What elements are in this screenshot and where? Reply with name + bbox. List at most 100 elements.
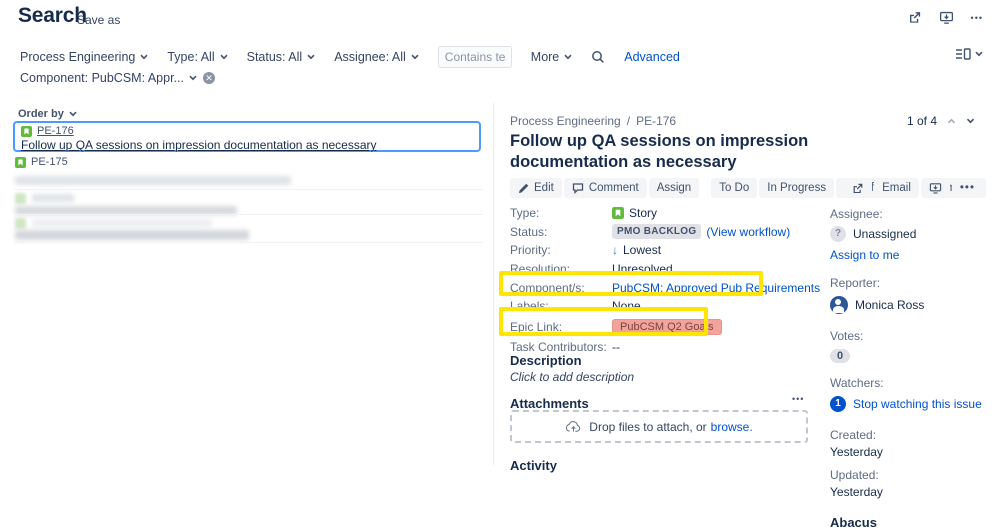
assign-button[interactable]: Assign [649, 178, 700, 198]
list-row-divider [14, 214, 483, 215]
activity-heading: Activity [510, 458, 557, 473]
more-actions-icon[interactable]: ••• [952, 178, 983, 198]
stop-watching-link[interactable]: Stop watching this issue [853, 397, 982, 411]
field-epic-link: Epic Link: PubCSM Q2 Goals [510, 316, 830, 338]
story-icon [612, 207, 624, 219]
order-by-dropdown[interactable]: Order by [18, 108, 77, 120]
assign-to-me-link[interactable]: Assign to me [830, 248, 992, 262]
votes-count-badge[interactable]: 0 [830, 349, 850, 363]
share-icon[interactable] [907, 10, 922, 25]
reporter-label: Reporter: [830, 276, 992, 290]
more-filters-dropdown[interactable]: More [531, 50, 572, 64]
chevron-down-icon [140, 54, 148, 60]
browse-link[interactable]: browse. [711, 420, 753, 434]
todo-button[interactable]: To Do [711, 178, 757, 198]
attachment-dropzone[interactable]: Drop files to attach, or browse. [510, 410, 808, 443]
filter-bar: Process Engineering Type: All Status: Al… [20, 46, 680, 68]
chevron-down-icon [189, 75, 197, 81]
chevron-down-icon [411, 54, 419, 60]
reporter-avatar [830, 296, 848, 314]
attachments-options-icon[interactable]: ••• [792, 394, 804, 404]
assignee-label: Assignee: [830, 207, 992, 221]
edit-button[interactable]: Edit [510, 178, 562, 198]
pencil-icon [518, 183, 529, 194]
redacted-text [32, 219, 212, 227]
updated-value: Yesterday [830, 485, 992, 499]
unassigned-avatar: ? [830, 226, 846, 242]
created-value: Yesterday [830, 445, 992, 459]
redacted-text [32, 194, 74, 202]
chevron-down-icon [307, 54, 315, 60]
field-resolution: Resolution: Unresolved [510, 260, 830, 279]
header-actions: ••• [907, 10, 983, 25]
issue-summary-link[interactable]: Follow up QA sessions on impression docu… [21, 138, 473, 152]
assignee-filter-dropdown[interactable]: Assignee: All [334, 50, 419, 64]
active-filter-chips: Component: PubCSM: Appr... ✕ [20, 71, 215, 85]
dropzone-text: Drop files to attach, or [589, 420, 706, 434]
abacus-heading: Abacus [830, 515, 992, 530]
component-link[interactable]: PubCSM: Approved Pub Requirements [612, 281, 820, 295]
field-labels: Labels: None [510, 297, 830, 316]
pager-prev-icon[interactable] [947, 118, 956, 124]
chevron-down-icon [69, 111, 77, 117]
component-filter-chip[interactable]: Component: PubCSM: Appr... [20, 71, 197, 85]
pager-count: 1 of 4 [907, 114, 937, 128]
pager-next-icon[interactable] [966, 118, 975, 124]
issue-list-item[interactable]: PE-175 [15, 156, 68, 168]
search-icon[interactable] [591, 50, 605, 64]
story-icon [15, 157, 26, 168]
epic-link-chip[interactable]: PubCSM Q2 Goals [612, 319, 722, 335]
view-workflow-link[interactable]: (View workflow) [706, 225, 790, 239]
people-panel: Assignee: ? Unassigned Assign to me Repo… [830, 207, 992, 530]
contains-text-input[interactable] [438, 46, 512, 68]
votes-label: Votes: [830, 329, 992, 343]
status-filter-dropdown[interactable]: Status: All [247, 50, 316, 64]
chevron-down-icon [564, 54, 572, 60]
redacted-issue-icon [15, 193, 26, 204]
share-button[interactable] [843, 178, 872, 198]
breadcrumb: Process Engineering / PE-176 [510, 114, 676, 128]
chevron-down-icon [975, 51, 983, 57]
list-row-divider [14, 189, 483, 190]
redacted-issue-icon [15, 218, 26, 229]
cloud-upload-icon [565, 420, 582, 433]
description-placeholder[interactable]: Click to add description [510, 370, 634, 384]
breadcrumb-project[interactable]: Process Engineering [510, 114, 621, 128]
field-status: Status: PMO BACKLOG (View workflow) [510, 223, 830, 242]
comment-icon [572, 183, 584, 194]
export-button[interactable] [921, 178, 950, 198]
assignee-value: ? Unassigned [830, 226, 992, 242]
advanced-search-link[interactable]: Advanced [624, 50, 680, 64]
status-badge: PMO BACKLOG [612, 224, 701, 239]
field-type: Type: Story [510, 204, 830, 223]
share-icon [851, 182, 864, 195]
field-priority: Priority: ↓ Lowest [510, 241, 830, 260]
breadcrumb-separator: / [627, 114, 630, 128]
issue-pager: 1 of 4 [907, 114, 975, 128]
list-row-divider [14, 242, 483, 243]
attachments-heading: Attachments [510, 396, 589, 411]
view-layout-switcher[interactable] [955, 48, 983, 60]
type-filter-dropdown[interactable]: Type: All [167, 50, 227, 64]
issue-key-link[interactable]: PE-175 [31, 156, 68, 168]
project-filter-dropdown[interactable]: Process Engineering [20, 50, 148, 64]
description-heading: Description [510, 353, 582, 368]
watchers-count-badge[interactable]: 1 [830, 396, 846, 412]
in-progress-button[interactable]: In Progress [759, 178, 834, 198]
comment-button[interactable]: Comment [564, 178, 647, 198]
issue-list-item-selected[interactable]: PE-176 Follow up QA sessions on impressi… [13, 121, 481, 152]
issue-title: Follow up QA sessions on impression docu… [510, 131, 850, 173]
updated-label: Updated: [830, 468, 992, 482]
save-as-link[interactable]: Save as [77, 13, 120, 27]
watchers-label: Watchers: [830, 376, 992, 390]
reporter-value: Monica Ross [830, 296, 992, 314]
export-views-icon[interactable] [939, 11, 954, 25]
email-button[interactable]: Email [874, 178, 919, 198]
remove-filter-icon[interactable]: ✕ [203, 72, 215, 84]
story-icon [21, 126, 32, 137]
export-icon [929, 182, 942, 195]
breadcrumb-issue-key[interactable]: PE-176 [636, 114, 676, 128]
issue-details: Type: Story Status: PMO BACKLOG (View wo… [510, 204, 830, 356]
issue-key-link[interactable]: PE-176 [37, 125, 74, 137]
more-options-icon[interactable]: ••• [971, 13, 983, 23]
